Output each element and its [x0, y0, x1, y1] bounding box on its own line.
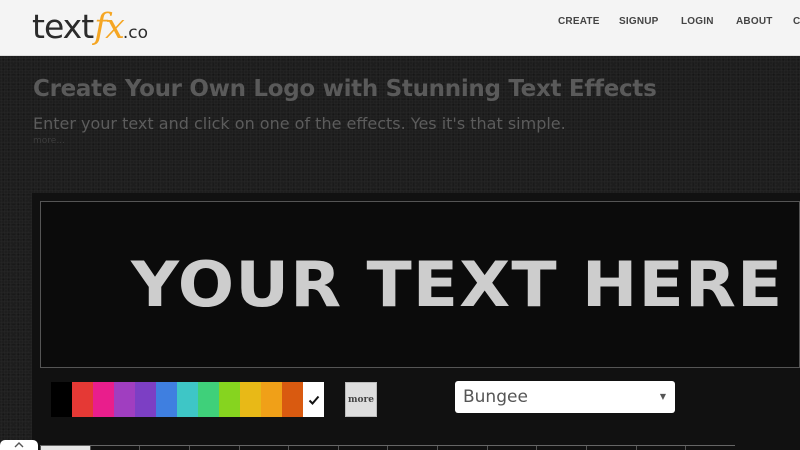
scroll-top-button[interactable] — [0, 440, 38, 450]
effect-tab[interactable] — [486, 446, 537, 450]
color-swatch[interactable] — [114, 382, 135, 417]
color-swatch[interactable] — [93, 382, 114, 417]
text-preview[interactable]: YOUR TEXT HERE — [40, 201, 800, 368]
check-icon — [303, 382, 324, 417]
effect-tab[interactable] — [288, 446, 338, 450]
effect-tab[interactable] — [337, 446, 388, 450]
more-link[interactable]: more... — [33, 136, 65, 146]
effect-tab[interactable] — [89, 446, 140, 450]
color-swatch[interactable] — [240, 382, 261, 417]
color-swatches — [51, 382, 324, 417]
color-swatch[interactable] — [219, 382, 240, 417]
effect-tab[interactable] — [536, 446, 586, 450]
effect-tab[interactable] — [188, 446, 239, 450]
color-swatch[interactable] — [135, 382, 156, 417]
effect-tab[interactable] — [586, 446, 636, 450]
nav-create[interactable]: CREATE — [558, 0, 600, 56]
logo-text: text — [32, 7, 94, 46]
color-swatch[interactable] — [51, 382, 72, 417]
font-select-value: Bungee — [463, 387, 528, 407]
color-swatch[interactable] — [177, 382, 198, 417]
effects-tab-strip — [40, 445, 735, 450]
color-swatch[interactable] — [72, 382, 93, 417]
effect-tab[interactable] — [437, 446, 487, 450]
hero-title: Create Your Own Logo with Stunning Text … — [33, 76, 657, 102]
logo-fx: fx — [94, 7, 125, 47]
nav-login[interactable]: LOGIN — [681, 0, 714, 56]
effect-tab[interactable] — [139, 446, 189, 450]
color-swatch[interactable] — [303, 382, 324, 417]
color-swatch[interactable] — [198, 382, 219, 417]
preview-text[interactable]: YOUR TEXT HERE — [131, 250, 783, 320]
nav-about[interactable]: ABOUT — [736, 0, 773, 56]
effect-tab[interactable] — [387, 446, 437, 450]
more-colors-button[interactable]: more — [345, 382, 377, 417]
effect-tab[interactable] — [238, 446, 289, 450]
chevron-up-icon — [14, 442, 24, 448]
effect-tab[interactable] — [635, 446, 686, 450]
nav-signup[interactable]: SIGNUP — [619, 0, 659, 56]
color-swatch[interactable] — [282, 382, 303, 417]
chevron-down-icon: ▼ — [659, 392, 666, 401]
hero-subtitle: Enter your text and click on one of the … — [33, 114, 566, 133]
color-swatch[interactable] — [261, 382, 282, 417]
site-header: text fx .co CREATE SIGNUP LOGIN ABOUT C — [0, 0, 800, 56]
effect-tab[interactable] — [40, 446, 90, 450]
logo-domain: .co — [122, 23, 148, 43]
nav-contact[interactable]: C — [793, 0, 800, 56]
effect-tab[interactable] — [685, 446, 735, 450]
site-logo[interactable]: text fx .co — [32, 5, 148, 49]
font-select[interactable]: Bungee ▼ — [455, 381, 675, 413]
color-swatch[interactable] — [156, 382, 177, 417]
